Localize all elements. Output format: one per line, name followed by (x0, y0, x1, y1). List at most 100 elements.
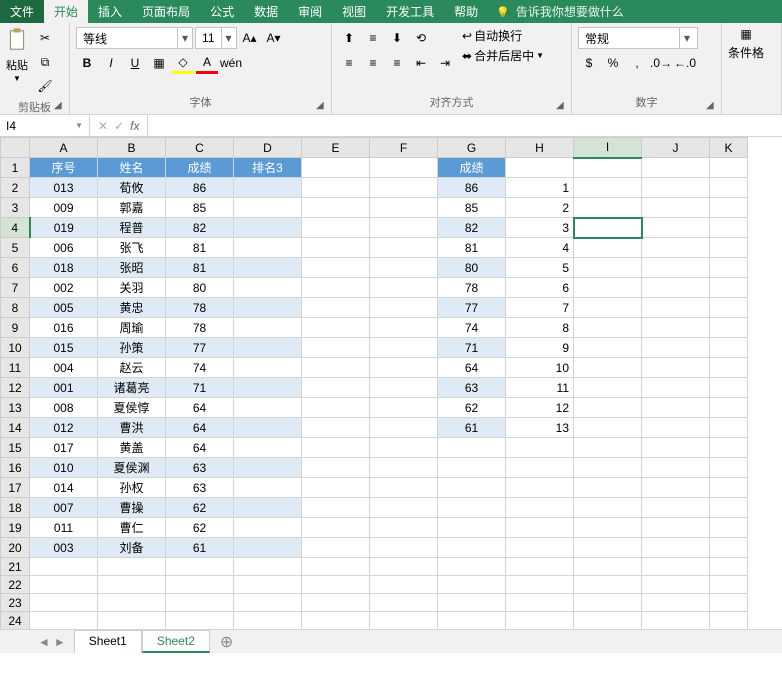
cell-A21[interactable] (30, 558, 98, 576)
increase-indent-button[interactable]: ⇥ (434, 52, 456, 74)
col-header-C[interactable]: C (166, 138, 234, 158)
cell-G9[interactable]: 74 (438, 318, 506, 338)
cell-K23[interactable] (710, 594, 748, 612)
cell-F15[interactable] (370, 438, 438, 458)
chevron-down-icon[interactable]: ▾ (177, 28, 192, 48)
row-header-2[interactable]: 2 (1, 178, 30, 198)
cell-C7[interactable]: 80 (166, 278, 234, 298)
col-header-F[interactable]: F (370, 138, 438, 158)
cell-H4[interactable]: 3 (506, 218, 574, 238)
cell-A23[interactable] (30, 594, 98, 612)
cell-J14[interactable] (642, 418, 710, 438)
cell-J4[interactable] (642, 218, 710, 238)
wrap-text-button[interactable]: ↩ 自动换行 (462, 27, 544, 44)
cell-A20[interactable]: 003 (30, 538, 98, 558)
cell-E4[interactable] (302, 218, 370, 238)
copy-button[interactable]: ⧉ (34, 51, 56, 73)
tab-view[interactable]: 视图 (332, 0, 376, 23)
chevron-down-icon[interactable]: ▼ (536, 51, 544, 60)
cell-C20[interactable]: 61 (166, 538, 234, 558)
cell-G5[interactable]: 81 (438, 238, 506, 258)
cell-A4[interactable]: 019 (30, 218, 98, 238)
chevron-down-icon[interactable]: ▼ (75, 121, 83, 130)
cell-I6[interactable] (574, 258, 642, 278)
cell-B6[interactable]: 张昭 (98, 258, 166, 278)
cell-D10[interactable] (234, 338, 302, 358)
cell-H23[interactable] (506, 594, 574, 612)
cell-D21[interactable] (234, 558, 302, 576)
cell-H22[interactable] (506, 576, 574, 594)
cell-F3[interactable] (370, 198, 438, 218)
col-header-A[interactable]: A (30, 138, 98, 158)
cell-F17[interactable] (370, 478, 438, 498)
clipboard-dialog-launcher[interactable]: ◢ (54, 100, 66, 112)
cell-D22[interactable] (234, 576, 302, 594)
cell-J19[interactable] (642, 518, 710, 538)
cell-K5[interactable] (710, 238, 748, 258)
cell-B19[interactable]: 曹仁 (98, 518, 166, 538)
cell-K9[interactable] (710, 318, 748, 338)
cell-D19[interactable] (234, 518, 302, 538)
cell-J7[interactable] (642, 278, 710, 298)
row-header-15[interactable]: 15 (1, 438, 30, 458)
cell-E19[interactable] (302, 518, 370, 538)
cell-G22[interactable] (438, 576, 506, 594)
cell-C15[interactable]: 64 (166, 438, 234, 458)
cell-E13[interactable] (302, 398, 370, 418)
cell-C12[interactable]: 71 (166, 378, 234, 398)
align-right-button[interactable]: ≡ (386, 52, 408, 74)
cell-D5[interactable] (234, 238, 302, 258)
tab-data[interactable]: 数据 (244, 0, 288, 23)
row-header-12[interactable]: 12 (1, 378, 30, 398)
cell-J15[interactable] (642, 438, 710, 458)
cell-E10[interactable] (302, 338, 370, 358)
cell-G14[interactable]: 61 (438, 418, 506, 438)
cell-F16[interactable] (370, 458, 438, 478)
cell-D6[interactable] (234, 258, 302, 278)
cell-I18[interactable] (574, 498, 642, 518)
cell-F14[interactable] (370, 418, 438, 438)
decrease-indent-button[interactable]: ⇤ (410, 52, 432, 74)
cell-J18[interactable] (642, 498, 710, 518)
align-top-button[interactable]: ⬆ (338, 27, 360, 49)
cell-B24[interactable] (98, 612, 166, 630)
cell-H20[interactable] (506, 538, 574, 558)
cell-B9[interactable]: 周瑜 (98, 318, 166, 338)
cell-G8[interactable]: 77 (438, 298, 506, 318)
tab-review[interactable]: 审阅 (288, 0, 332, 23)
cell-A15[interactable]: 017 (30, 438, 98, 458)
cell-G11[interactable]: 64 (438, 358, 506, 378)
cell-J24[interactable] (642, 612, 710, 630)
cell-H15[interactable] (506, 438, 574, 458)
cell-C17[interactable]: 63 (166, 478, 234, 498)
tab-file[interactable]: 文件 (0, 0, 44, 23)
cell-F12[interactable] (370, 378, 438, 398)
cell-H16[interactable] (506, 458, 574, 478)
cell-I12[interactable] (574, 378, 642, 398)
col-header-E[interactable]: E (302, 138, 370, 158)
cell-F4[interactable] (370, 218, 438, 238)
currency-button[interactable]: $ (578, 52, 600, 74)
cell-K10[interactable] (710, 338, 748, 358)
cell-E23[interactable] (302, 594, 370, 612)
cell-D15[interactable] (234, 438, 302, 458)
cell-K12[interactable] (710, 378, 748, 398)
col-header-D[interactable]: D (234, 138, 302, 158)
cell-B7[interactable]: 关羽 (98, 278, 166, 298)
cell-D13[interactable] (234, 398, 302, 418)
cell-A13[interactable]: 008 (30, 398, 98, 418)
cell-I20[interactable] (574, 538, 642, 558)
cell-G20[interactable] (438, 538, 506, 558)
align-middle-button[interactable]: ≡ (362, 27, 384, 49)
row-header-16[interactable]: 16 (1, 458, 30, 478)
cell-F21[interactable] (370, 558, 438, 576)
cell-I9[interactable] (574, 318, 642, 338)
align-left-button[interactable]: ≡ (338, 52, 360, 74)
cell-A22[interactable] (30, 576, 98, 594)
cell-B2[interactable]: 荀攸 (98, 178, 166, 198)
cell-D20[interactable] (234, 538, 302, 558)
format-painter-button[interactable]: 🖌 (34, 75, 56, 97)
cell-C10[interactable]: 77 (166, 338, 234, 358)
cell-E22[interactable] (302, 576, 370, 594)
cell-D7[interactable] (234, 278, 302, 298)
